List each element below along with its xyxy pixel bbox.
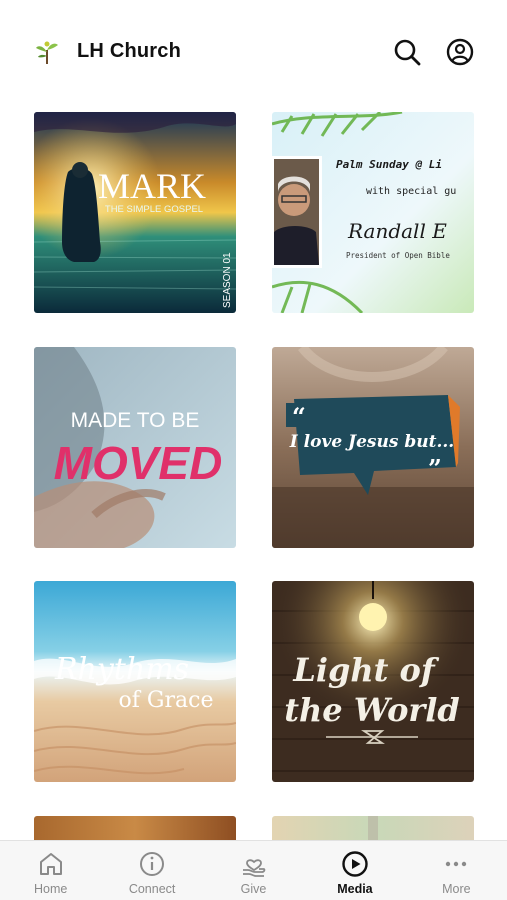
media-tile-rhythms-of-grace[interactable]: Rhythms of Grace: [34, 581, 236, 782]
tab-give[interactable]: Give: [203, 841, 304, 900]
more-dots-icon: [446, 861, 467, 867]
light-line2: the World: [284, 691, 460, 729]
tab-more[interactable]: More: [406, 841, 507, 900]
bottom-tab-bar: Home Connect Give Media More: [0, 840, 507, 900]
mark-title: MARK: [98, 166, 206, 206]
tab-home-label: Home: [34, 882, 68, 896]
media-tile-palm-sunday[interactable]: Palm Sunday @ Li with special gu Randall…: [272, 112, 474, 313]
jesus-quote-close: ”: [428, 454, 442, 483]
palm-name: Randall E: [347, 219, 447, 243]
tab-home[interactable]: Home: [0, 841, 101, 900]
jesus-quote-open: “: [292, 402, 306, 431]
palm-line1: Palm Sunday @ Li: [336, 158, 442, 171]
tab-connect-label: Connect: [128, 882, 176, 896]
info-icon: [140, 852, 165, 876]
palm-role: President of Open Bible: [346, 251, 450, 260]
palm-line2: with special gu: [366, 186, 456, 197]
media-tile-i-love-jesus-but[interactable]: “ I love Jesus but... ”: [272, 347, 474, 548]
media-tile-made-to-be-moved[interactable]: MADE TO BE MOVED: [34, 347, 236, 548]
tab-give-label: Give: [240, 882, 267, 896]
moved-line2: MOVED: [54, 437, 223, 489]
media-grid: MARK THE SIMPLE GOSPEL SEASON 01 Palm Su…: [0, 0, 507, 846]
home-icon: [39, 853, 62, 875]
light-line1: Light of: [292, 651, 440, 689]
moved-line1: MADE TO BE: [71, 409, 200, 432]
media-tile-light-of-the-world[interactable]: Light of the World: [272, 581, 474, 782]
rhythms-line1: Rhythms: [54, 652, 189, 687]
tab-media[interactable]: Media: [304, 841, 405, 900]
tab-media-label: Media: [337, 882, 373, 896]
tab-more-label: More: [442, 882, 471, 896]
rhythms-line2: of Grace: [119, 688, 214, 713]
tab-connect[interactable]: Connect: [101, 841, 202, 900]
jesus-title: I love Jesus but...: [289, 432, 454, 452]
play-icon: [342, 851, 368, 877]
mark-season: SEASON 01: [222, 252, 233, 308]
media-tile-mark[interactable]: MARK THE SIMPLE GOSPEL SEASON 01: [34, 112, 236, 313]
mark-subtitle: THE SIMPLE GOSPEL: [105, 204, 203, 215]
give-heart-hand-icon: [242, 859, 265, 877]
